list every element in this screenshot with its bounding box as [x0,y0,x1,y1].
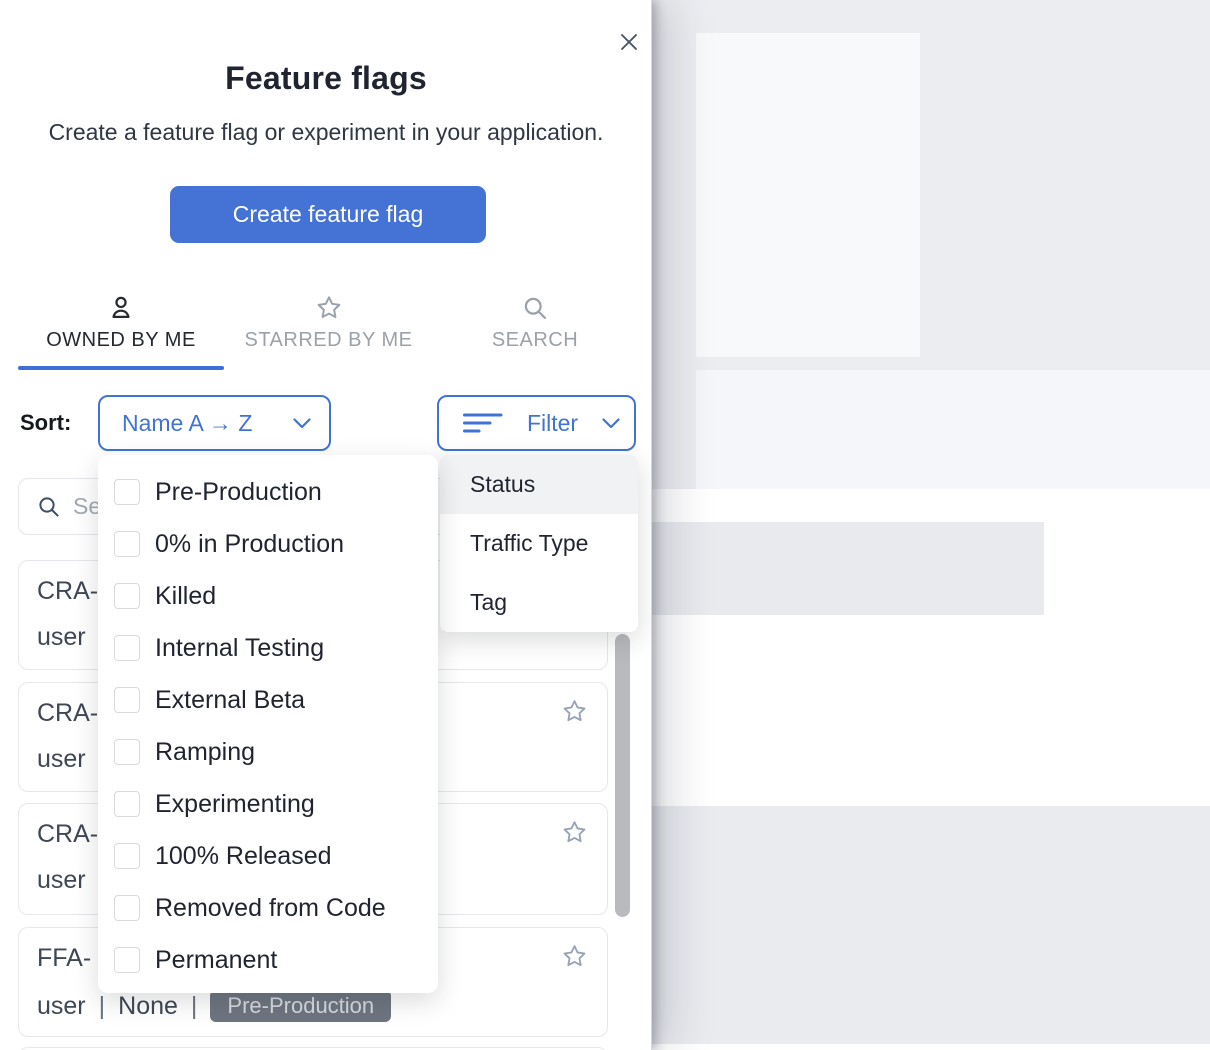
status-option-permanent[interactable]: Permanent [98,934,438,986]
checkbox[interactable] [114,791,140,817]
status-filter-menu: Pre-Production 0% in Production Killed I… [98,455,438,993]
background-block [652,806,1210,1044]
search-icon [37,495,61,519]
option-label: Pre-Production [155,478,322,507]
tab-label: OWNED BY ME [46,329,196,352]
background-block [652,522,1044,615]
chevron-down-icon [293,418,311,429]
option-label: Experimenting [155,790,315,819]
option-label: Permanent [155,946,277,975]
tab-label: SEARCH [492,329,578,352]
search-icon [521,294,549,322]
checkbox[interactable] [114,739,140,765]
option-label: Killed [155,582,216,611]
filter-item-tag[interactable]: Tag [440,573,638,632]
option-label: Internal Testing [155,634,324,663]
status-option-pre-production[interactable]: Pre-Production [98,466,438,518]
flag-name: CRA- [37,820,98,849]
checkbox[interactable] [114,635,140,661]
star-icon[interactable] [561,943,588,970]
sort-value: Name A → Z [122,410,252,437]
filter-dropdown[interactable]: Filter [437,395,636,451]
status-option-experimenting[interactable]: Experimenting [98,778,438,830]
status-option-0-in-production[interactable]: 0% in Production [98,518,438,570]
person-icon [107,294,135,322]
flag-traffic-type: user [37,866,86,895]
flag-traffic-type: user [37,623,86,652]
background-block [696,370,1210,489]
option-label: 100% Released [155,842,332,871]
divider: | [99,992,106,1021]
status-option-removed-from-code[interactable]: Removed from Code [98,882,438,934]
background-page [652,0,1210,1050]
option-label: Removed from Code [155,894,386,923]
option-label: 0% in Production [155,530,344,559]
star-icon[interactable] [561,698,588,725]
status-option-killed[interactable]: Killed [98,570,438,622]
flag-tags: None [118,992,178,1021]
star-icon [315,294,343,322]
sort-dropdown[interactable]: Name A → Z [98,395,331,451]
feature-flags-panel: Feature flags Create a feature flag or e… [0,0,652,1050]
flag-name: FFA- [37,944,91,973]
page-title: Feature flags [0,60,652,97]
status-option-ramping[interactable]: Ramping [98,726,438,778]
option-label: External Beta [155,686,305,715]
status-option-external-beta[interactable]: External Beta [98,674,438,726]
flag-traffic-type: user [37,745,86,774]
background-block [696,33,920,357]
status-option-internal-testing[interactable]: Internal Testing [98,622,438,674]
status-badge: Pre-Production [210,990,391,1022]
filter-label: Filter [517,410,588,437]
checkbox[interactable] [114,843,140,869]
page-subtitle: Create a feature flag or experiment in y… [0,119,652,146]
filter-category-menu: Status Traffic Type Tag [440,455,638,632]
tab-label: STARRED BY ME [244,329,412,352]
active-tab-underline [18,366,224,370]
checkbox[interactable] [114,687,140,713]
status-option-100-released[interactable]: 100% Released [98,830,438,882]
filter-lines-icon [463,412,503,434]
tab-starred-by-me[interactable]: STARRED BY ME [233,294,424,352]
scrollbar-thumb[interactable] [615,634,630,917]
tab-search[interactable]: SEARCH [445,294,625,352]
checkbox[interactable] [114,479,140,505]
flag-name: CRA- [37,577,98,606]
flag-traffic-type: user [37,992,86,1021]
divider: | [191,992,198,1021]
checkbox[interactable] [114,895,140,921]
filter-item-status[interactable]: Status [440,455,638,514]
chevron-down-icon [602,418,620,429]
tab-owned-by-me[interactable]: OWNED BY ME [18,294,224,352]
close-icon[interactable] [616,29,642,55]
star-icon[interactable] [561,819,588,846]
checkbox[interactable] [114,531,140,557]
checkbox[interactable] [114,583,140,609]
filter-item-traffic-type[interactable]: Traffic Type [440,514,638,573]
create-feature-flag-button[interactable]: Create feature flag [170,186,486,243]
sort-label: Sort: [20,410,71,436]
flag-name: CRA- [37,699,98,728]
checkbox[interactable] [114,947,140,973]
option-label: Ramping [155,738,255,767]
